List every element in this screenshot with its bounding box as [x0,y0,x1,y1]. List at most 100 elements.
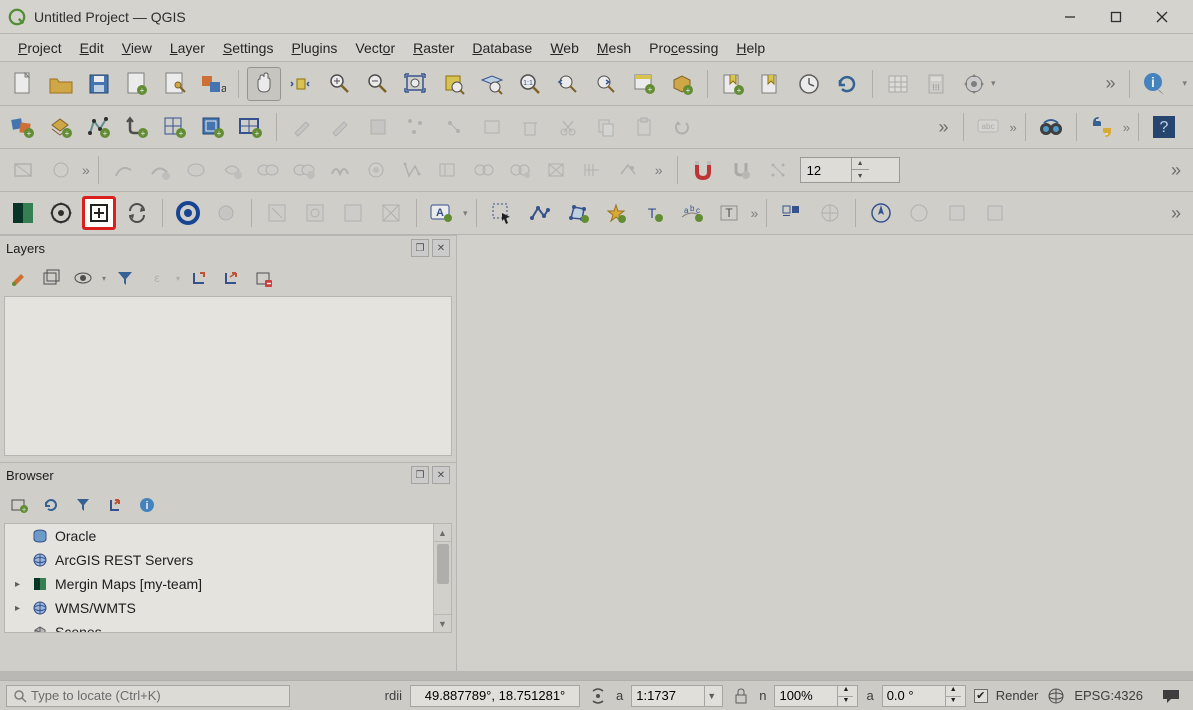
python-console-button[interactable] [1085,110,1119,144]
zoom-native-button[interactable]: 1:1 [513,67,547,101]
snap-tolerance-value[interactable] [801,158,851,182]
new-virtual-layer-button[interactable]: + [234,110,268,144]
menu-project[interactable]: Project [10,38,70,58]
locator-field[interactable] [31,688,283,703]
scale-value[interactable] [636,688,704,703]
toolbar4-overflow-2[interactable]: » [1165,203,1187,224]
browser-scrollbar[interactable]: ▲ ▼ [433,524,451,632]
rot-value[interactable] [887,688,945,703]
open-project-button[interactable] [44,67,78,101]
decoration-scalebar-button[interactable] [902,196,936,230]
new-3d-map-button[interactable]: + [665,67,699,101]
menu-processing[interactable]: Processing [641,38,726,58]
toolbar3-overflow-3[interactable]: » [1165,160,1187,181]
attribute-table-button[interactable] [881,67,915,101]
scale-dropdown[interactable]: ▼ [704,686,718,706]
browser-tree[interactable]: OracleArcGIS REST Servers▸Mergin Maps [m… [4,523,452,633]
layers-add-group-button[interactable] [38,265,64,291]
decoration-grid-button[interactable] [775,196,809,230]
layers-expand-button[interactable] [186,265,212,291]
create-mergin-project-button[interactable] [82,196,116,230]
window-minimize-button[interactable] [1047,2,1093,32]
new-memory-layer-button[interactable]: + [120,110,154,144]
layers-float-button[interactable]: ❐ [411,239,429,257]
expand-caret-icon[interactable]: ▸ [15,603,25,614]
menu-plugins[interactable]: Plugins [283,38,345,58]
browser-collapse-button[interactable] [102,492,128,518]
layers-collapse-button[interactable] [218,265,244,291]
new-print-layout-button[interactable]: + [120,67,154,101]
browser-refresh-button[interactable] [38,492,64,518]
browser-item-scenes[interactable]: Scenes [5,620,451,633]
browser-filter-button[interactable] [70,492,96,518]
coord-value[interactable] [415,688,575,703]
field-calculator-button[interactable]: ⁝⁝⁝ [919,67,953,101]
polygon-tool-button[interactable] [561,196,595,230]
toolbar2-overflow-3[interactable]: » [1123,120,1130,135]
decoration-northarrow-button[interactable] [864,196,898,230]
magnifier-input[interactable]: ▲▼ [774,685,858,707]
menu-help[interactable]: Help [728,38,773,58]
menu-vector[interactable]: Vector [347,38,403,58]
show-bookmarks-button[interactable] [754,67,788,101]
temporal-controller-button[interactable] [792,67,826,101]
snapping-vertex-button[interactable] [762,153,796,187]
new-project-button[interactable] [6,67,40,101]
style-manager-button[interactable]: a [196,67,230,101]
layers-remove-button[interactable] [250,265,276,291]
plugin-settings-button[interactable] [44,196,78,230]
menu-settings[interactable]: Settings [215,38,282,58]
azure-ad-button[interactable] [171,196,205,230]
browser-properties-button[interactable]: i [134,492,160,518]
select-features-button[interactable] [485,196,519,230]
spin-down[interactable]: ▼ [851,170,869,182]
mergin-maps-button[interactable] [6,196,40,230]
sync-button[interactable] [120,196,154,230]
window-close-button[interactable] [1139,2,1185,32]
layers-filter-button[interactable] [112,265,138,291]
pan-button[interactable] [247,67,281,101]
decoration-compass-button[interactable] [813,196,847,230]
toolbar3-overflow-1[interactable]: » [82,162,90,178]
new-mesh-layer-button[interactable]: + [158,110,192,144]
menu-edit[interactable]: Edit [72,38,112,58]
coordinate-input[interactable] [410,685,580,707]
menu-layer[interactable]: Layer [162,38,213,58]
refresh-button[interactable] [830,67,864,101]
scroll-up[interactable]: ▲ [434,524,451,542]
rotation-input[interactable]: ▲▼ [882,685,966,707]
browser-item-wms[interactable]: ▸WMS/WMTS [5,596,451,620]
new-bookmark-button[interactable]: + [716,67,750,101]
scale-input[interactable]: ▼ [631,685,723,707]
messages-icon[interactable] [1161,686,1181,706]
lock-scale-icon[interactable] [731,686,751,706]
layers-tree[interactable] [4,296,452,456]
menu-database[interactable]: Database [464,38,540,58]
text-along-line-button[interactable]: abc [675,196,709,230]
identify-features-button[interactable]: i [1138,67,1172,101]
help-button[interactable]: ? [1147,110,1181,144]
toolbox-button[interactable] [957,67,991,101]
crs-label[interactable]: EPSG:4326 [1074,688,1143,703]
map-canvas[interactable] [456,235,1193,671]
data-source-manager-button[interactable]: + [6,110,40,144]
scroll-down[interactable]: ▼ [434,614,451,632]
browser-add-button[interactable]: + [6,492,32,518]
mag-value[interactable] [779,688,837,703]
zoom-last-button[interactable] [551,67,585,101]
text-tool-small-button[interactable]: T [637,196,671,230]
menu-mesh[interactable]: Mesh [589,38,639,58]
polyline-tool-button[interactable] [523,196,557,230]
snapping-button[interactable] [686,153,720,187]
favorite-tool-button[interactable] [599,196,633,230]
zoom-to-layer-button[interactable] [475,67,509,101]
layout-manager-button[interactable] [158,67,192,101]
pan-to-selection-button[interactable] [285,67,319,101]
toggle-extents-icon[interactable] [588,686,608,706]
zoom-out-button[interactable] [361,67,395,101]
menu-web[interactable]: Web [542,38,587,58]
layers-style-button[interactable] [6,265,32,291]
decoration-title-button[interactable] [978,196,1012,230]
toolbar2-overflow[interactable]: » [933,117,955,138]
snapping-config-button[interactable] [724,153,758,187]
